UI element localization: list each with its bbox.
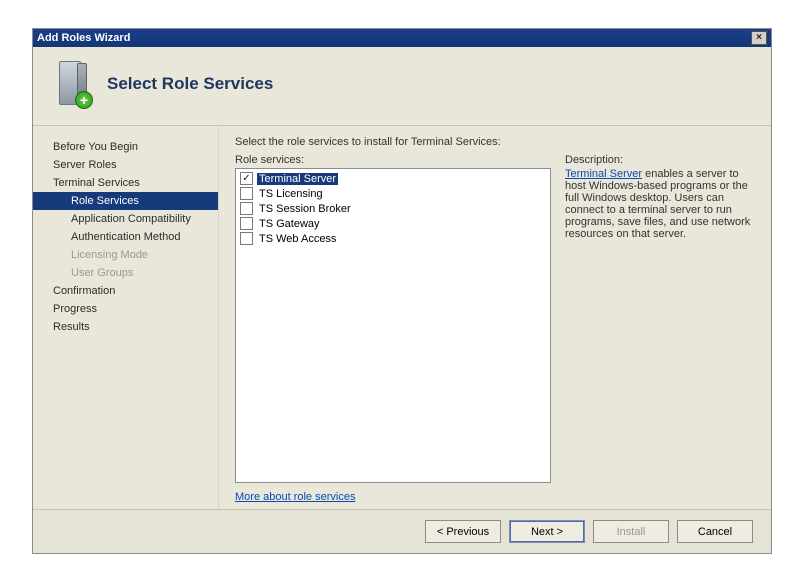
nav-item-before-you-begin[interactable]: Before You Begin [33,138,218,156]
window-title: Add Roles Wizard [37,32,130,44]
role-row-terminal-server[interactable]: ✓ Terminal Server [238,171,548,186]
content-area: Select the role services to install for … [219,126,771,509]
role-checkbox[interactable] [240,232,253,245]
nav-item-server-roles[interactable]: Server Roles [33,156,218,174]
role-checkbox[interactable] [240,187,253,200]
page-title: Select Role Services [107,74,273,94]
role-checkbox[interactable] [240,202,253,215]
nav-item-progress[interactable]: Progress [33,300,218,318]
role-checkbox[interactable] [240,217,253,230]
cancel-button[interactable]: Cancel [677,520,753,543]
role-services-listbox[interactable]: ✓ Terminal Server TS Licensing TS Session B… [235,168,551,483]
more-about-link[interactable]: More about role services [235,491,551,503]
role-row-ts-session-broker[interactable]: TS Session Broker [238,201,548,216]
next-button[interactable]: Next > [509,520,585,543]
description-text: Terminal Server enables a server to host… [565,168,751,240]
nav-item-results[interactable]: Results [33,318,218,336]
nav-item-user-groups: User Groups [33,264,218,282]
wizard-window: Add Roles Wizard × + Select Role Service… [32,28,772,554]
wizard-header: + Select Role Services [33,47,771,126]
role-services-label: Role services: [235,154,551,166]
description-label: Description: [565,154,751,166]
role-label: TS Gateway [257,218,322,230]
install-button: Install [593,520,669,543]
previous-button[interactable]: < Previous [425,520,501,543]
role-checkbox[interactable]: ✓ [240,172,253,185]
nav-item-confirmation[interactable]: Confirmation [33,282,218,300]
titlebar: Add Roles Wizard × [33,29,771,47]
wizard-footer: < Previous Next > Install Cancel [33,509,771,553]
role-label: TS Session Broker [257,203,353,215]
nav-item-licensing-mode: Licensing Mode [33,246,218,264]
role-row-ts-web-access[interactable]: TS Web Access [238,231,548,246]
close-button[interactable]: × [751,31,767,45]
instruction-text: Select the role services to install for … [235,136,751,148]
description-link[interactable]: Terminal Server [565,168,642,180]
nav-item-authentication-method[interactable]: Authentication Method [33,228,218,246]
role-label: Terminal Server [257,173,338,185]
nav-item-terminal-services[interactable]: Terminal Services [33,174,218,192]
role-label: TS Licensing [257,188,325,200]
role-row-ts-gateway[interactable]: TS Gateway [238,216,548,231]
server-plus-icon: + [55,61,91,107]
role-row-ts-licensing[interactable]: TS Licensing [238,186,548,201]
nav-item-role-services[interactable]: Role Services [33,192,218,210]
nav-item-application-compatibility[interactable]: Application Compatibility [33,210,218,228]
wizard-nav: Before You BeginServer RolesTerminal Ser… [33,126,219,509]
role-label: TS Web Access [257,233,338,245]
